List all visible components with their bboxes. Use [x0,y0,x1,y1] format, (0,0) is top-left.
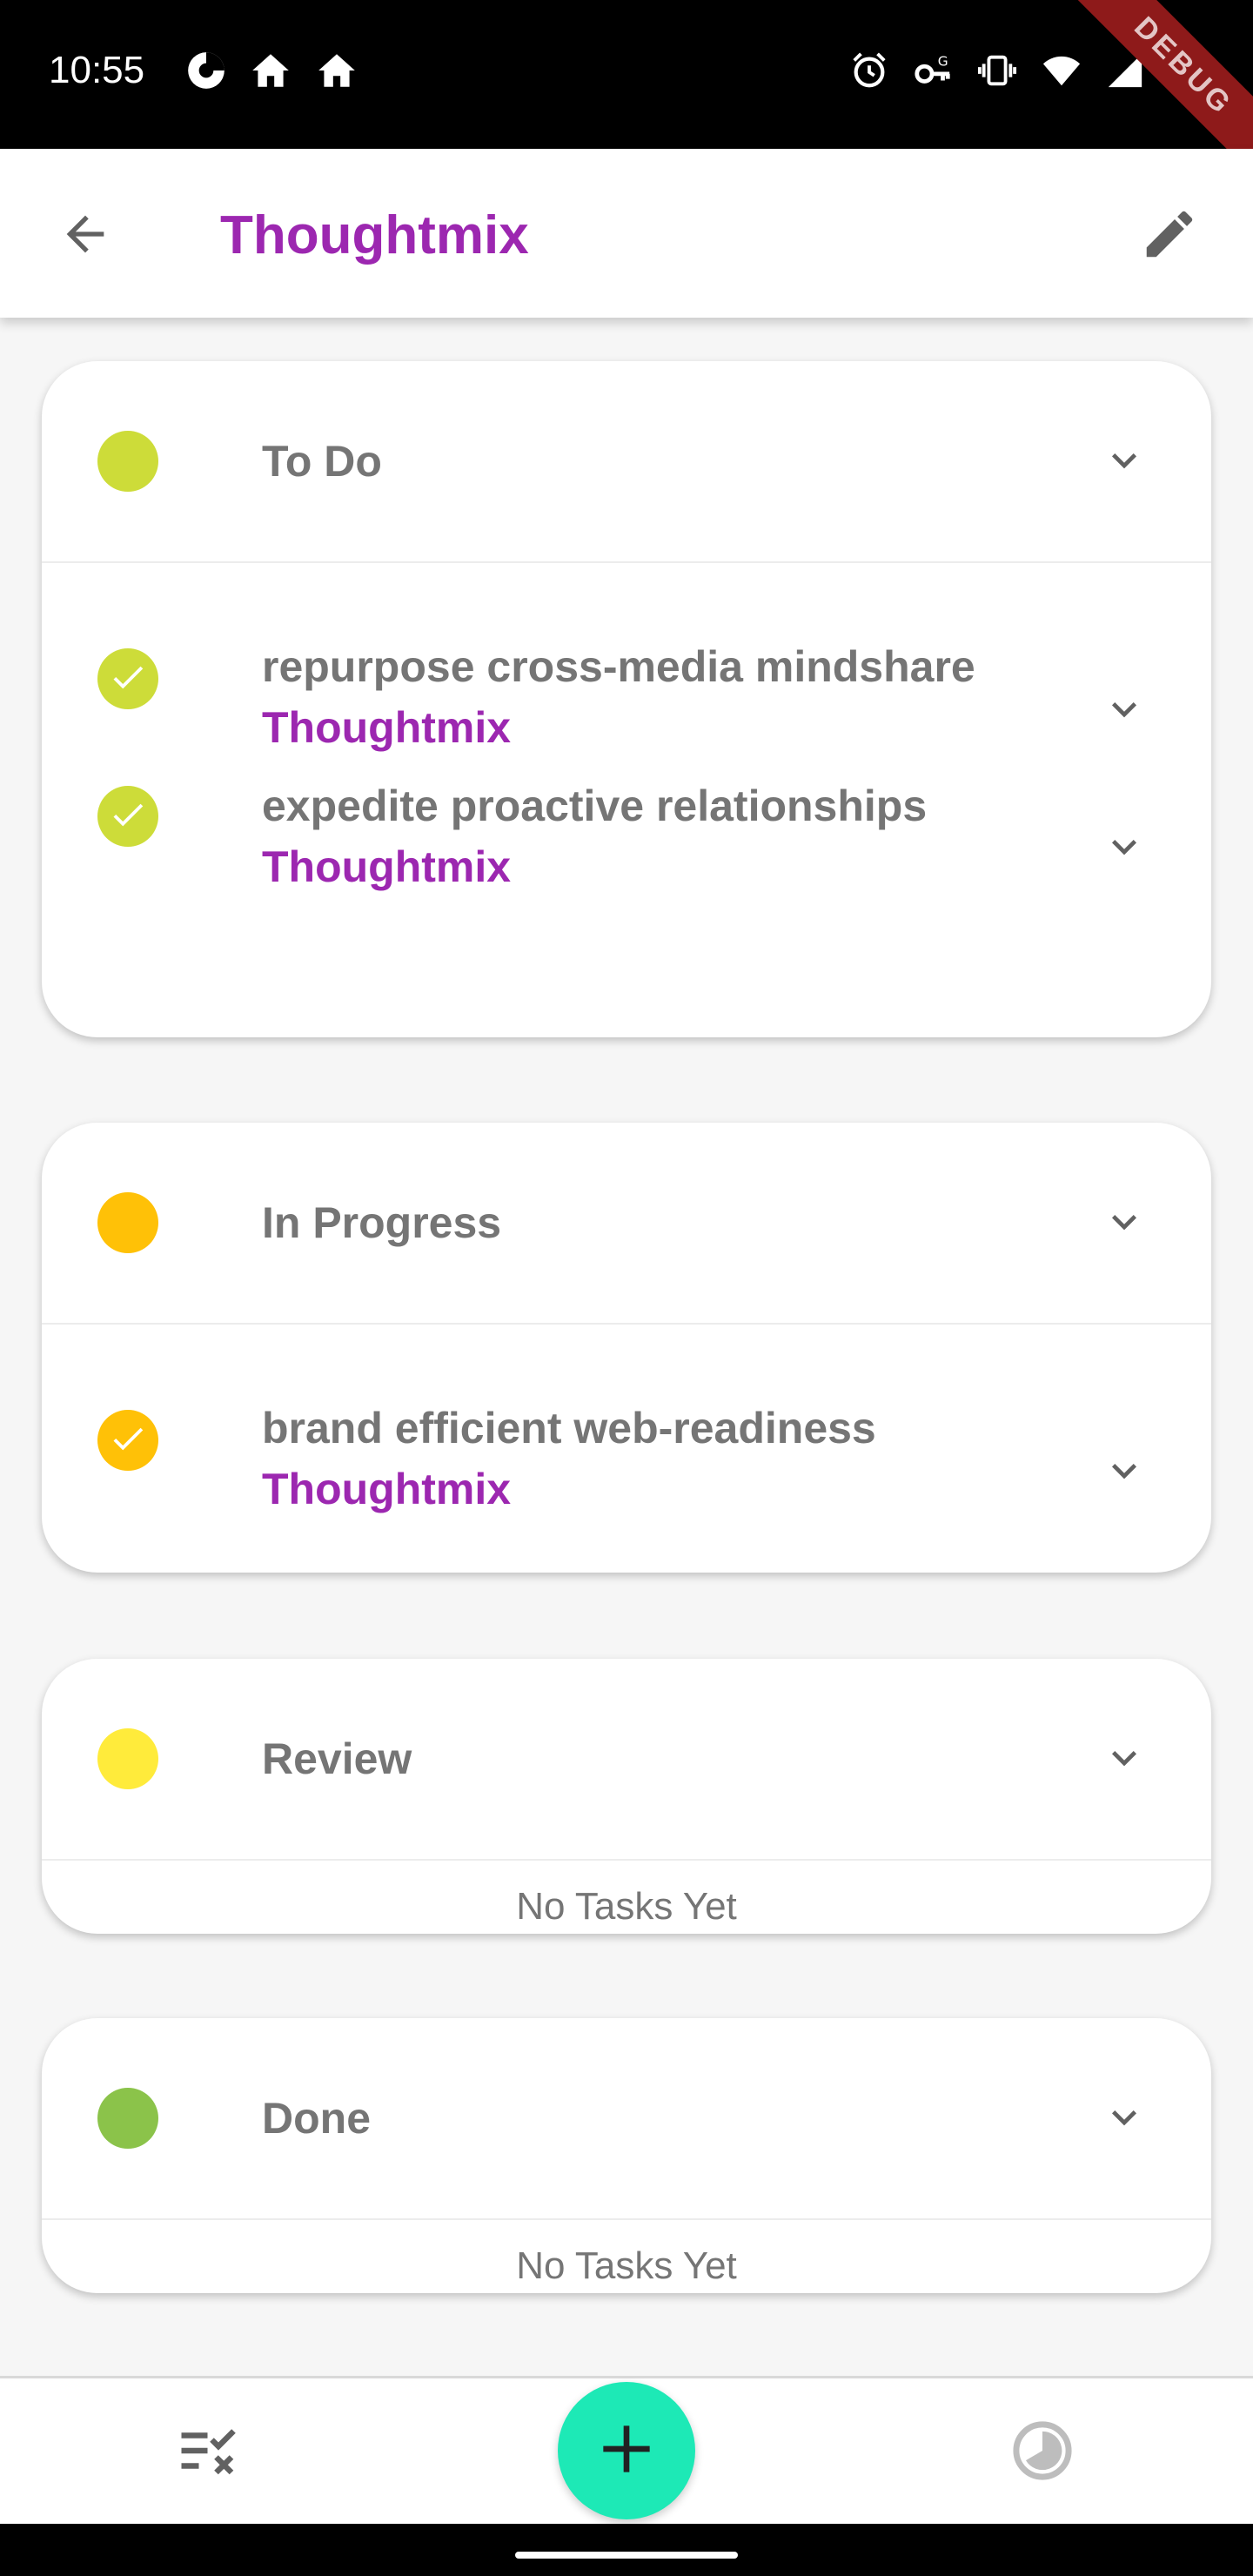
task-project: Thoughtmix [262,842,512,891]
expand-task-button[interactable] [1098,822,1150,875]
back-button[interactable] [50,201,120,271]
task-title: expedite proactive relationships [262,782,928,830]
section-title: Done [262,2094,371,2143]
status-color-dot [97,1192,158,1253]
status-color-dot [97,1728,158,1789]
nav-stats-button[interactable] [1008,2418,1077,2487]
section-card-in-progress: In Progress brand efficient web-readines… [42,1123,1211,1573]
section-title: To Do [262,437,382,486]
section-header[interactable]: To Do [42,361,1211,561]
task-status-dot[interactable] [97,648,158,709]
app-bar: Thoughtmix [0,149,1253,318]
check-icon [108,657,148,701]
tasks-checklist-icon [177,2425,243,2481]
section-header[interactable]: Done [42,2018,1211,2218]
home-icon [313,49,360,92]
status-left-icons [184,49,360,92]
status-color-dot [97,431,158,492]
task-status-dot[interactable] [97,786,158,847]
gesture-handle[interactable] [515,2552,738,2559]
expand-section-button[interactable] [1098,1734,1150,1786]
chevron-down-icon [1100,2093,1149,2146]
nav-tasks-button[interactable] [171,2422,249,2483]
home-icon [247,49,294,92]
section-card-done: Done No Tasks Yet [42,2018,1211,2293]
edit-button[interactable] [1133,199,1206,272]
task-row[interactable]: expedite proactive relationships Thought… [42,782,1211,1012]
data-saver-icon [184,49,228,92]
section-title: Review [262,1734,412,1783]
add-icon [592,2414,661,2488]
system-gesture-bar [0,2524,1253,2576]
section-header[interactable]: In Progress [42,1123,1211,1323]
task-row[interactable]: repurpose cross-media mindshare Thoughtm… [42,563,1211,788]
check-icon [108,795,148,839]
expand-section-button[interactable] [1098,1197,1150,1250]
section-header[interactable]: Review [42,1659,1211,1859]
empty-state-text: No Tasks Yet [516,1885,737,1928]
alarm-icon [849,50,889,91]
task-status-dot[interactable] [97,1410,158,1471]
check-icon [108,1419,148,1463]
chevron-down-icon [1100,1734,1149,1787]
chevron-down-icon [1100,1197,1149,1251]
chevron-down-icon [1100,685,1149,738]
page-title: Thoughtmix [220,205,529,265]
edit-pencil-icon [1139,204,1200,269]
task-project: Thoughtmix [262,1465,512,1513]
chevron-down-icon [1100,436,1149,489]
task-row[interactable]: brand efficient web-readiness Thoughtmix [42,1325,1211,1549]
expand-section-button[interactable] [1098,436,1150,488]
arrow-back-icon [57,206,113,266]
add-task-button[interactable] [558,2382,695,2519]
chevron-down-icon [1100,1446,1149,1499]
section-card-todo: To Do repurpose cross-media mindshare Th… [42,361,1211,1037]
task-title: repurpose cross-media mindshare [262,642,975,691]
expand-task-button[interactable] [1098,685,1150,737]
wifi-icon [1039,50,1084,91]
vibrate-icon [976,50,1018,91]
task-project: Thoughtmix [262,703,512,752]
stats-pie-icon [1009,2418,1075,2488]
vpn-key-icon: G [910,50,955,91]
section-title: In Progress [262,1198,502,1247]
status-bar: 10:55 G DEBUG [0,0,1253,149]
status-color-dot [97,2088,158,2149]
empty-state-text: No Tasks Yet [516,2244,737,2287]
task-title: brand efficient web-readiness [262,1404,876,1452]
bottom-nav [0,2376,1253,2524]
chevron-down-icon [1100,822,1149,875]
board-content: To Do repurpose cross-media mindshare Th… [0,318,1253,2376]
expand-section-button[interactable] [1098,2093,1150,2145]
status-time: 10:55 [49,49,145,91]
section-card-review: Review No Tasks Yet [42,1659,1211,1934]
svg-text:G: G [938,53,948,69]
expand-task-button[interactable] [1098,1446,1150,1499]
